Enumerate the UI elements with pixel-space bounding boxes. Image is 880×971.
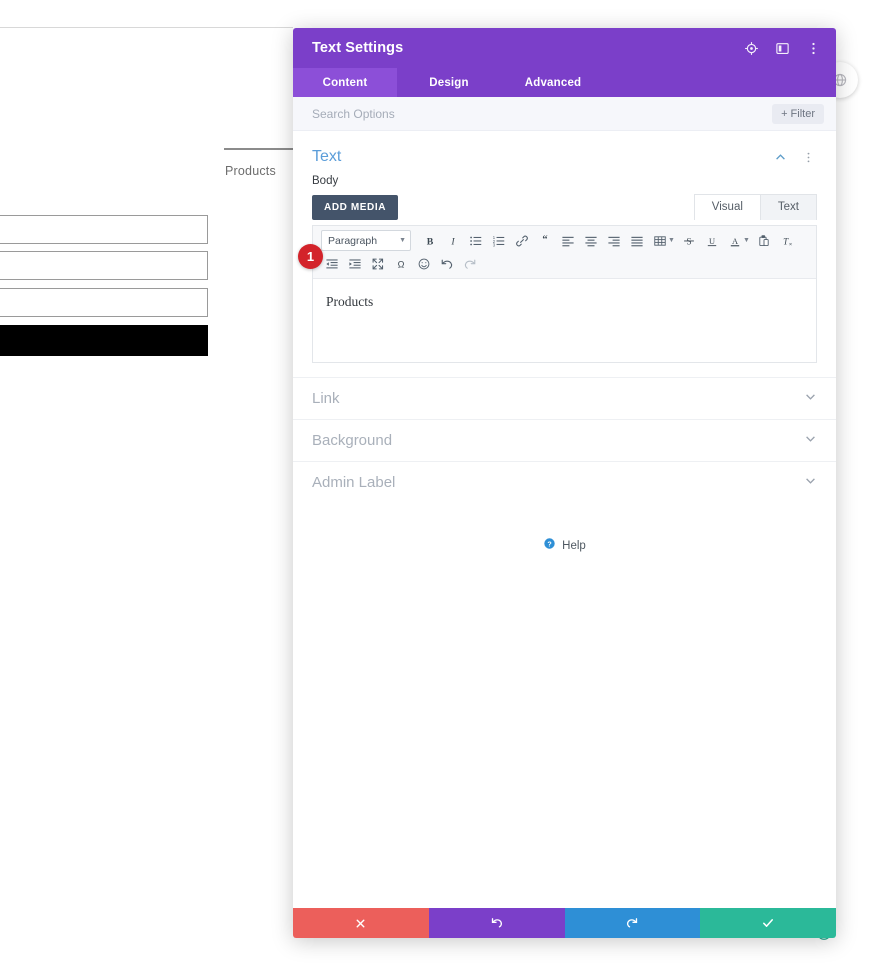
editor-topbar: ADD MEDIA Visual Text [312, 194, 817, 220]
text-color-icon[interactable]: A ▼ [724, 230, 752, 251]
chevron-up-icon[interactable] [772, 149, 789, 166]
help-link[interactable]: ? Help [293, 503, 836, 573]
page-form-field-2[interactable] [0, 251, 208, 280]
page-form-field-3[interactable] [0, 288, 208, 317]
editor-toolbar: Paragraph ▼ B I 1 2 3 “ ▼ S U A ▼ T × Ω [313, 226, 816, 279]
svg-text:3: 3 [493, 242, 496, 247]
group-more-vertical-icon[interactable] [800, 149, 817, 166]
group-text-header: Text [293, 131, 836, 175]
modal-titlebar: Text Settings [293, 28, 836, 68]
group-admin-label-title: Admin Label [312, 474, 396, 491]
search-bar: + Filter [293, 97, 836, 131]
tab-text[interactable]: Text [759, 194, 817, 220]
indent-icon[interactable] [344, 253, 366, 274]
svg-text:×: × [789, 241, 792, 247]
paragraph-format-value: Paragraph [328, 234, 378, 247]
body-field-label: Body [312, 175, 339, 187]
svg-text:Ω: Ω [398, 259, 405, 269]
link-icon[interactable] [511, 230, 533, 251]
editor-toolbar-row-1: Paragraph ▼ B I 1 2 3 “ ▼ S U A ▼ T × [321, 229, 812, 252]
svg-text:T: T [783, 236, 789, 246]
modal-tab-bar: Content Design Advanced [293, 68, 836, 97]
page-title: Text Settings [312, 40, 404, 56]
step-badge-1: 1 [298, 244, 323, 269]
help-circle-icon: ? [543, 537, 556, 555]
help-label: Help [562, 540, 586, 552]
group-link[interactable]: Link [293, 377, 836, 419]
blockquote-icon[interactable]: “ [534, 230, 556, 251]
strikethrough-icon[interactable]: S [678, 230, 700, 251]
emoji-icon[interactable] [413, 253, 435, 274]
add-media-button[interactable]: ADD MEDIA [312, 195, 399, 220]
align-center-icon[interactable] [580, 230, 602, 251]
table-icon[interactable]: ▼ [649, 230, 677, 251]
page-form-submit-button[interactable] [0, 325, 208, 356]
tab-content[interactable]: Content [293, 68, 397, 97]
tab-visual[interactable]: Visual [693, 194, 761, 220]
chevron-down-icon [804, 474, 817, 492]
wysiwyg-editor: Paragraph ▼ B I 1 2 3 “ ▼ S U A ▼ T × Ω … [312, 225, 817, 363]
paste-as-text-icon[interactable] [753, 230, 775, 251]
group-background[interactable]: Background [293, 419, 836, 461]
svg-text:I: I [450, 236, 455, 247]
page-products-text: Products [225, 164, 276, 178]
tab-design[interactable]: Design [397, 68, 501, 97]
group-admin-label[interactable]: Admin Label [293, 461, 836, 503]
more-vertical-icon[interactable] [805, 40, 822, 57]
group-link-title: Link [312, 390, 340, 407]
align-left-icon[interactable] [557, 230, 579, 251]
modal-body: Text Body ADD MEDIA Visual Text Paragrap… [293, 131, 836, 908]
editor-toolbar-row-2: Ω [321, 252, 812, 275]
svg-text:A: A [732, 236, 738, 245]
editor-content-area[interactable]: Products [313, 279, 816, 362]
search-input[interactable] [312, 106, 773, 121]
svg-text:?: ? [547, 540, 551, 548]
bold-icon[interactable]: B [419, 230, 441, 251]
numbered-list-icon[interactable]: 1 2 3 [488, 230, 510, 251]
svg-text:S: S [686, 236, 691, 246]
align-justify-icon[interactable] [626, 230, 648, 251]
chevron-down-icon [804, 432, 817, 450]
body-field-block: Body ADD MEDIA Visual Text Paragraph ▼ B… [293, 175, 836, 363]
group-text-title: Text [312, 148, 342, 165]
clear-formatting-icon[interactable]: T × [776, 230, 798, 251]
svg-text:U: U [709, 236, 715, 245]
special-character-icon[interactable]: Ω [390, 253, 412, 274]
bulleted-list-icon[interactable] [465, 230, 487, 251]
undo-button[interactable] [428, 908, 565, 938]
cancel-button[interactable] [293, 908, 429, 938]
page-top-divider [0, 27, 293, 28]
table-chevron-down-icon: ▼ [668, 237, 675, 244]
redo-icon[interactable] [459, 253, 481, 274]
editor-paragraph: Products [326, 294, 374, 309]
target-icon[interactable] [743, 40, 760, 57]
group-text: Text Body ADD MEDIA Visual Text Paragrap… [293, 131, 836, 377]
redo-button[interactable] [564, 908, 701, 938]
text-settings-modal: Text Settings Content Design Advanced Se… [293, 28, 836, 938]
fullscreen-icon[interactable] [367, 253, 389, 274]
panel-layout-icon[interactable] [774, 40, 791, 57]
outdent-icon[interactable] [321, 253, 343, 274]
align-right-icon[interactable] [603, 230, 625, 251]
modal-footer [293, 908, 836, 938]
group-text-actions [772, 149, 817, 166]
group-background-title: Background [312, 432, 393, 449]
italic-icon[interactable]: I [442, 230, 464, 251]
page-form-field-1[interactable] [0, 215, 208, 244]
text-color-chevron-down-icon: ▼ [742, 237, 750, 244]
chevron-down-icon: ▼ [399, 237, 406, 244]
svg-text:B: B [427, 236, 434, 247]
underline-icon[interactable]: U [701, 230, 723, 251]
tab-advanced[interactable]: Advanced [501, 68, 605, 97]
filter-button[interactable]: + Filter [772, 103, 824, 124]
chevron-down-icon [804, 390, 817, 408]
paragraph-format-select[interactable]: Paragraph ▼ [321, 230, 411, 251]
titlebar-actions [743, 40, 822, 57]
editor-mode-tabs: Visual Text [693, 194, 817, 220]
save-button[interactable] [700, 908, 836, 938]
undo-icon[interactable] [436, 253, 458, 274]
svg-text:“: “ [542, 234, 547, 245]
